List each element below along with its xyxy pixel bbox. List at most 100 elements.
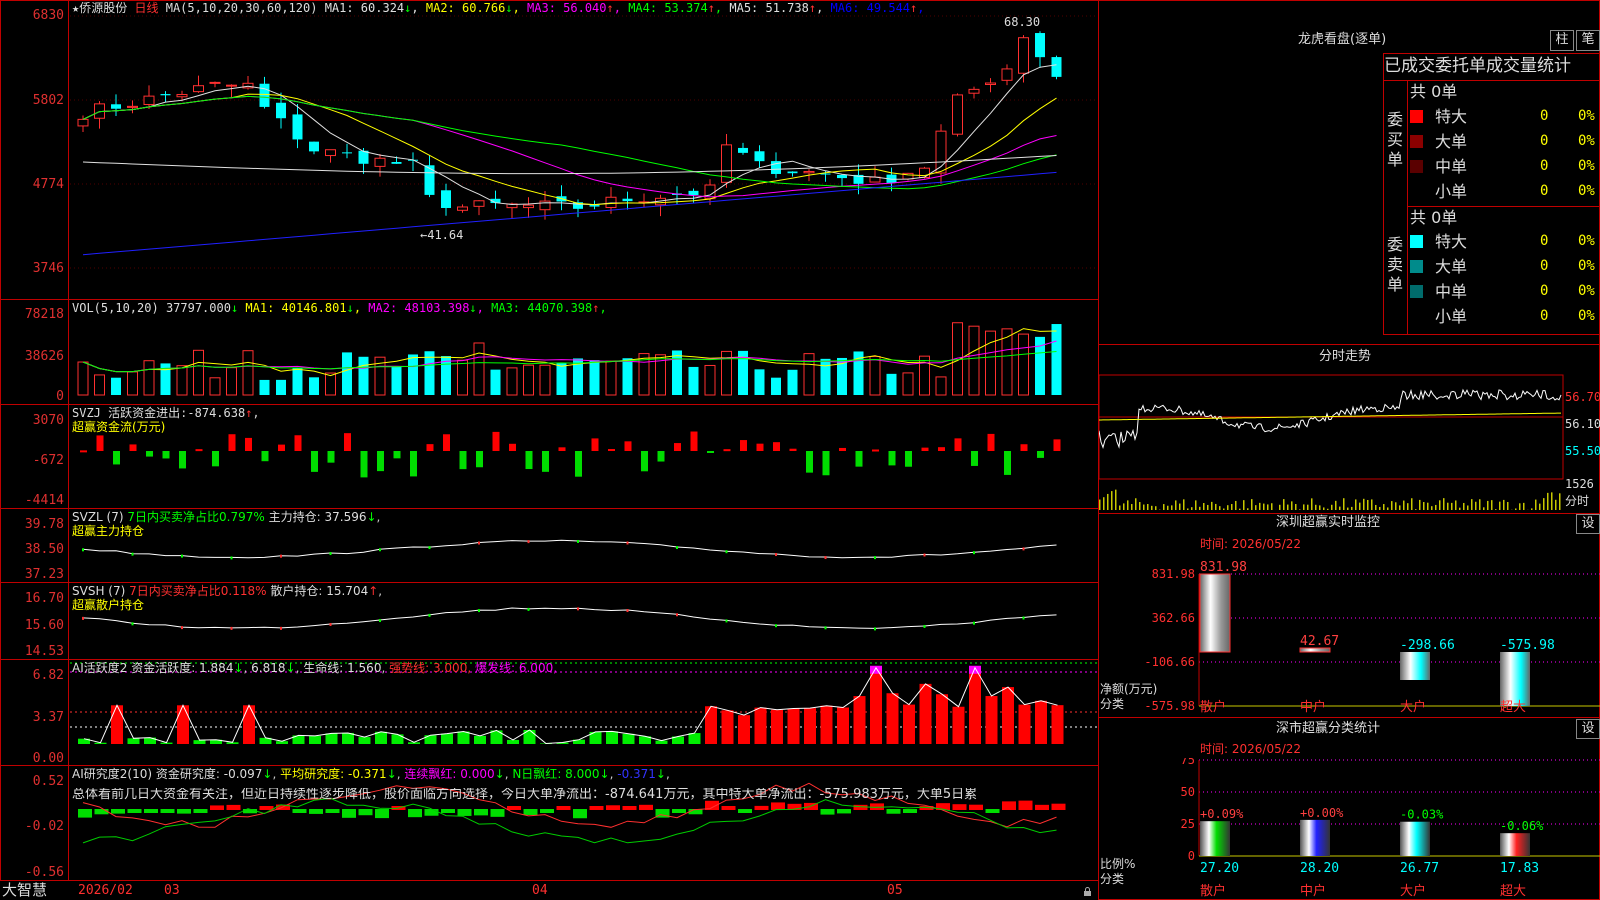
- kline-chart[interactable]: [70, 14, 1098, 299]
- svsh-line: [82, 607, 1057, 629]
- intraday-frame: [1099, 374, 1564, 480]
- intraday-vol-bar: [1351, 506, 1353, 510]
- flow-bar: [278, 444, 285, 451]
- activity-bar: [820, 705, 833, 744]
- intraday-vol-bar: [1551, 492, 1553, 510]
- intraday-vol-bar: [1299, 509, 1301, 510]
- volume-bar: [820, 358, 831, 395]
- y-tick-label: 3.37: [32, 710, 64, 725]
- flow-bar: [954, 438, 962, 451]
- research-bar: [754, 805, 769, 810]
- intraday-vol-bar: [1479, 499, 1481, 510]
- tick-dot: [82, 616, 84, 620]
- intraday-vol-bar: [1099, 499, 1101, 510]
- y-tick-label: 15.60: [24, 618, 64, 633]
- flow-bar: [476, 451, 483, 468]
- flow-bar: [1037, 451, 1044, 458]
- volume-bar: [605, 360, 617, 396]
- activity-bar: [441, 733, 453, 744]
- intraday-vol-bar: [1419, 499, 1421, 510]
- activity-bar: [127, 738, 140, 744]
- flow-bar: [212, 451, 219, 467]
- period-label[interactable]: 日线: [134, 1, 158, 15]
- intraday-vol-bar: [1483, 507, 1485, 510]
- tick-dot: [676, 546, 678, 550]
- volume-bar: [968, 325, 980, 396]
- row-name: 中单: [1435, 282, 1468, 301]
- flow-bar: [1053, 439, 1061, 451]
- activity-bar: [606, 731, 618, 744]
- volume-bar: [226, 367, 237, 396]
- bar-mode-button[interactable]: 柱: [1550, 30, 1574, 51]
- flow-bar: [756, 443, 764, 451]
- sz-monitor-settings-button[interactable]: 设: [1576, 514, 1600, 534]
- category-label: 超大: [1500, 700, 1526, 715]
- candle-body: [358, 150, 369, 164]
- flow-bar: [839, 447, 846, 451]
- intraday-vol-bar: [1459, 507, 1461, 510]
- legend-swatch: [1410, 235, 1423, 248]
- row-value: 0: [1540, 133, 1549, 149]
- research-bar: [441, 809, 455, 813]
- intraday-vol-bar: [1463, 502, 1465, 510]
- category-label: 散户: [1200, 699, 1226, 715]
- ma-legend-item: MA1: 60.324↓,: [324, 1, 419, 15]
- tab-filled[interactable]: 已成交: [1384, 56, 1435, 76]
- activity-bar: [952, 706, 965, 744]
- sz-class-settings-button[interactable]: 设: [1576, 719, 1600, 739]
- ai-activity-chart[interactable]: [70, 660, 1098, 765]
- tick-dot: [379, 619, 381, 623]
- bar-value-label: 831.98: [1200, 560, 1247, 575]
- tick-dot: [874, 556, 876, 560]
- intraday-vol-bar: [1251, 499, 1253, 510]
- activity-bar: [177, 705, 189, 744]
- volume-bar: [556, 363, 567, 395]
- research-bar: [490, 809, 505, 817]
- ai-research-header: AI研究度2(10) 资金研究度: -0.097↓, 平均研究度: -0.371…: [72, 767, 670, 781]
- candle-body: [193, 85, 204, 93]
- intraday-y-tick: 56.10: [1565, 417, 1600, 431]
- intraday-vol-bar: [1259, 502, 1261, 510]
- tab-volume-stats[interactable]: 成交量统计: [1486, 56, 1571, 76]
- volume-bar: [176, 365, 188, 396]
- research-bar: [474, 809, 488, 816]
- row-pct: 0%: [1578, 233, 1595, 249]
- volume-chart[interactable]: [70, 313, 1098, 404]
- svzj-chart[interactable]: [70, 405, 1098, 508]
- research-bar: [589, 806, 604, 810]
- ma-legend-item: MA2: 60.766↓,: [418, 1, 520, 15]
- intraday-chart[interactable]: [1099, 370, 1564, 513]
- intraday-vol-bar: [1475, 501, 1477, 510]
- candle-body: [473, 200, 485, 207]
- dragon-tabs: 已成交委托单成交量统计: [1384, 54, 1600, 81]
- research-bar: [985, 809, 1000, 813]
- y-tick-label: 14.53: [24, 644, 64, 659]
- ai-research-chart[interactable]: [70, 766, 1098, 880]
- intraday-vol-bar: [1503, 499, 1505, 510]
- date-label: 2026/02: [78, 883, 133, 898]
- legend-swatch: [1410, 160, 1423, 173]
- candle-body: [1035, 33, 1045, 58]
- row-pct: 0%: [1578, 158, 1595, 174]
- tick-mode-button[interactable]: 笔: [1576, 30, 1600, 51]
- tab-orders[interactable]: 委托单: [1435, 56, 1486, 76]
- flow-bar: [96, 435, 104, 451]
- y-tick-label: 362.66: [1152, 611, 1195, 625]
- tick-dot: [577, 607, 579, 611]
- activity-bar: [688, 733, 701, 744]
- intraday-vol-bar: [1547, 492, 1549, 510]
- tick-dot: [329, 622, 332, 626]
- y-tick-label: 6.82: [32, 668, 64, 683]
- candle-body: [111, 104, 121, 109]
- intraday-vol-bar: [1423, 502, 1425, 510]
- research-bar: [820, 809, 835, 815]
- y-tick-label: -106.66: [1144, 655, 1195, 669]
- ma6-line: [82, 171, 1057, 256]
- intraday-vol-bar: [1203, 503, 1205, 510]
- stock-name[interactable]: 侨源股份: [79, 1, 127, 15]
- intraday-vol-bar: [1155, 506, 1157, 510]
- lock-icon[interactable]: [1083, 885, 1092, 896]
- intraday-vol-bar: [1355, 499, 1357, 510]
- intraday-vol-bar: [1451, 502, 1453, 510]
- research-bar: [952, 804, 967, 810]
